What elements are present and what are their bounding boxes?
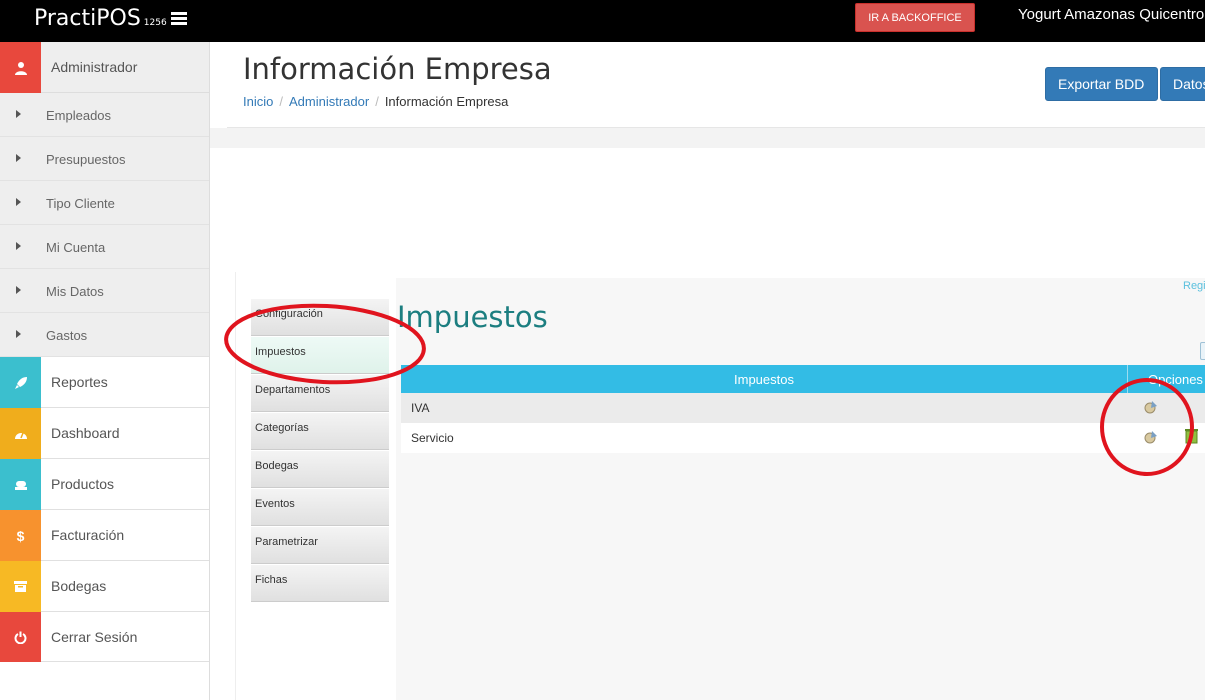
- tab-configuracion[interactable]: Configuración: [251, 299, 389, 336]
- content-separator: [210, 128, 1205, 148]
- tax-name: Servicio: [411, 431, 454, 445]
- edit-icon[interactable]: [1143, 430, 1158, 444]
- sidebar-item-label: Dashboard: [51, 425, 120, 441]
- sidebar-subitem-label: Mis Datos: [46, 284, 104, 299]
- tax-name: IVA: [411, 401, 430, 415]
- column-header-opciones: Opciones: [1127, 365, 1205, 393]
- breadcrumb-current: Información Empresa: [384, 94, 509, 109]
- power-icon: [0, 612, 41, 662]
- sidebar-subitem-label: Presupuestos: [46, 152, 126, 167]
- tab-impuestos[interactable]: Impuestos: [251, 337, 389, 374]
- sidebar-subitem-label: Tipo Cliente: [46, 196, 115, 211]
- register-link[interactable]: Registrar: [1183, 280, 1205, 292]
- store-name[interactable]: Yogurt Amazonas Quicentro: [1018, 6, 1204, 23]
- breadcrumb-separator: /: [375, 94, 379, 109]
- brand-logo[interactable]: PractiPOS 1256: [34, 6, 167, 31]
- caret-right-icon: [16, 286, 21, 294]
- section-title: Impuestos: [397, 300, 548, 334]
- tab-categorias[interactable]: Categorías: [251, 413, 389, 450]
- tab-fichas[interactable]: Fichas: [251, 565, 389, 602]
- sidebar-item-productos[interactable]: Productos: [0, 459, 209, 510]
- trash-icon[interactable]: [1185, 428, 1198, 444]
- datos-button[interactable]: Datos: [1160, 67, 1205, 101]
- sidebar-item-reportes[interactable]: Reportes: [0, 357, 209, 408]
- sidebar-subitem-label: Empleados: [46, 108, 112, 123]
- breadcrumb-administrador[interactable]: Administrador: [289, 94, 369, 109]
- sidebar-item-cerrar-sesion[interactable]: Cerrar Sesión: [0, 612, 209, 662]
- sidebar-subitem-gastos[interactable]: Gastos: [0, 313, 209, 357]
- impuestos-panel: [396, 278, 1205, 700]
- caret-right-icon: [16, 110, 21, 118]
- breadcrumb-separator: /: [279, 94, 283, 109]
- page-title: Información Empresa: [243, 52, 552, 86]
- table-row: Servicio: [401, 423, 1205, 453]
- hamburger-menu-icon[interactable]: [171, 12, 187, 25]
- sidebar-item-label: Administrador: [51, 59, 138, 75]
- caret-right-icon: [16, 242, 21, 250]
- sidebar-item-bodegas[interactable]: Bodegas: [0, 561, 209, 612]
- sidebar-subitem-mis-datos[interactable]: Mis Datos: [0, 269, 209, 313]
- tab-parametrizar[interactable]: Parametrizar: [251, 527, 389, 564]
- sidebar-item-label: Bodegas: [51, 578, 107, 594]
- sidebar-subitem-presupuestos[interactable]: Presupuestos: [0, 137, 209, 181]
- sidebar-item-label: Cerrar Sesión: [51, 629, 138, 645]
- caret-right-icon: [16, 330, 21, 338]
- table-header: Impuestos Opciones: [401, 365, 1205, 393]
- caret-right-icon: [16, 198, 21, 206]
- add-icon[interactable]: [1200, 342, 1205, 360]
- sidebar-item-label: Reportes: [51, 374, 108, 390]
- column-header-impuestos: Impuestos: [734, 371, 794, 387]
- brand-name: PractiPOS: [34, 6, 141, 31]
- brand-subscript: 1256: [143, 18, 167, 28]
- tab-eventos[interactable]: Eventos: [251, 489, 389, 526]
- sidebar-item-administrador[interactable]: Administrador: [0, 42, 209, 93]
- sidebar-item-label: Productos: [51, 476, 115, 492]
- sidebar-item-label: Facturación: [51, 527, 125, 543]
- rocket-icon: [0, 357, 41, 408]
- products-icon: [0, 459, 41, 510]
- sidebar-item-facturacion[interactable]: $ Facturación: [0, 510, 209, 561]
- caret-right-icon: [16, 154, 21, 162]
- table-row: IVA: [401, 393, 1205, 423]
- sidebar: Administrador Empleados Presupuestos Tip…: [0, 42, 210, 700]
- sidebar-subitem-label: Mi Cuenta: [46, 240, 106, 255]
- content-header: Información Empresa Inicio / Administrador…: [227, 42, 1205, 128]
- user-icon: [0, 42, 41, 93]
- breadcrumb: Inicio / Administrador / Información Empresa: [243, 94, 508, 109]
- export-bdd-button[interactable]: Exportar BDD: [1045, 67, 1158, 101]
- dashboard-icon: [0, 408, 41, 459]
- tab-bodegas[interactable]: Bodegas: [251, 451, 389, 488]
- archive-icon: [0, 561, 41, 612]
- sidebar-subitem-mi-cuenta[interactable]: Mi Cuenta: [0, 225, 209, 269]
- backoffice-button[interactable]: IR A BACKOFFICE: [855, 3, 975, 32]
- breadcrumb-inicio[interactable]: Inicio: [243, 94, 273, 109]
- top-navbar: PractiPOS 1256 IR A BACKOFFICE Yogurt Ama…: [0, 0, 1205, 42]
- sidebar-subitem-tipo-cliente[interactable]: Tipo Cliente: [0, 181, 209, 225]
- sidebar-subitem-label: Gastos: [46, 328, 88, 343]
- edit-icon[interactable]: [1143, 400, 1158, 414]
- tab-departamentos[interactable]: Departamentos: [251, 375, 389, 412]
- sidebar-subitem-empleados[interactable]: Empleados: [0, 93, 209, 137]
- dollar-icon: $: [0, 510, 41, 561]
- sidebar-item-dashboard[interactable]: Dashboard: [0, 408, 209, 459]
